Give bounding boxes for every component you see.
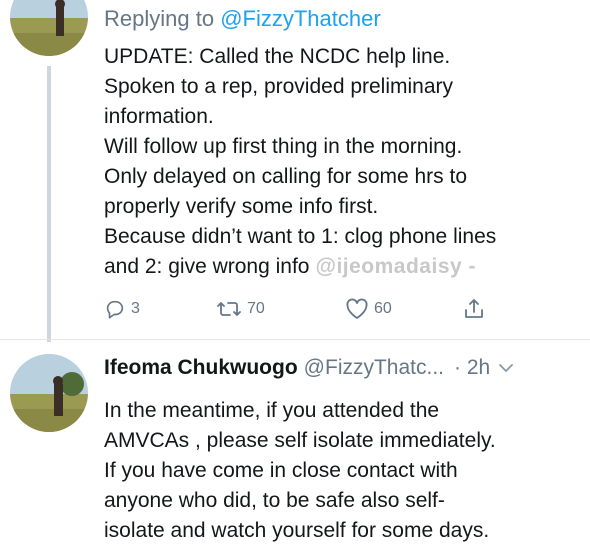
tweet-line: AMVCAs , please self isolate immediately… bbox=[104, 429, 496, 452]
tweet-followup[interactable]: Ifeoma Chukwuogo @FizzyThatc... · 2h In … bbox=[0, 340, 590, 544]
like-count: 60 bbox=[374, 300, 392, 317]
retweet-icon bbox=[216, 298, 242, 320]
tweet-line-last: and 2: give wrong info @ijeomadaisy - bbox=[104, 252, 584, 282]
timestamp[interactable]: · 2h bbox=[454, 356, 490, 380]
retweet-button[interactable]: 70 bbox=[216, 296, 265, 322]
tweet-text: In the meantime, if you attended the AMV… bbox=[104, 396, 584, 546]
share-button[interactable] bbox=[463, 296, 485, 322]
watermark: @ijeomadaisy - bbox=[315, 255, 477, 278]
like-button[interactable]: 60 bbox=[345, 296, 392, 322]
tweet-line: In the meantime, if you attended the bbox=[104, 399, 440, 422]
action-bar: 3 70 60 bbox=[104, 296, 544, 322]
tweet-header: Ifeoma Chukwuogo @FizzyThatc... · 2h bbox=[104, 356, 574, 380]
tweet-line: information. bbox=[104, 105, 214, 128]
retweet-count: 70 bbox=[247, 300, 265, 317]
heart-icon bbox=[345, 298, 369, 320]
thread-line bbox=[47, 66, 51, 342]
reply-handle-link[interactable]: @FizzyThatcher bbox=[220, 6, 380, 31]
avatar[interactable] bbox=[10, 0, 88, 56]
reply-icon bbox=[104, 298, 126, 320]
tweet-line: If you have come in close contact with bbox=[104, 459, 458, 482]
tweet-line: anyone who did, to be safe also self- bbox=[104, 489, 445, 512]
tweet-line: Spoken to a rep, provided preliminary bbox=[104, 75, 454, 98]
reply-count: 3 bbox=[131, 300, 140, 317]
reply-button[interactable]: 3 bbox=[104, 296, 140, 322]
share-icon bbox=[463, 297, 485, 321]
avatar[interactable] bbox=[10, 354, 88, 432]
tweet-line: isolate and watch yourself for some days… bbox=[104, 519, 490, 542]
reply-prefix: Replying to bbox=[104, 6, 215, 31]
display-name[interactable]: Ifeoma Chukwuogo bbox=[104, 356, 298, 380]
tweet-line: Only delayed on calling for some hrs to bbox=[104, 165, 468, 188]
tweet-update[interactable]: Replying to @FizzyThatcher UPDATE: Calle… bbox=[0, 0, 590, 342]
tweet-line: Because didn’t want to 1: clog phone lin… bbox=[104, 225, 497, 248]
tweet-text: UPDATE: Called the NCDC help line. Spoke… bbox=[104, 42, 584, 282]
replying-to: Replying to @FizzyThatcher bbox=[104, 6, 381, 32]
tweet-line: UPDATE: Called the NCDC help line. bbox=[104, 45, 451, 68]
tweet-line: properly verify some info first. bbox=[104, 195, 379, 218]
chevron-down-icon[interactable] bbox=[498, 362, 514, 374]
username[interactable]: @FizzyThatc... bbox=[304, 356, 444, 380]
tweet-line: Will follow up first thing in the mornin… bbox=[104, 135, 463, 158]
tweet-line-text: and 2: give wrong info bbox=[104, 255, 310, 278]
